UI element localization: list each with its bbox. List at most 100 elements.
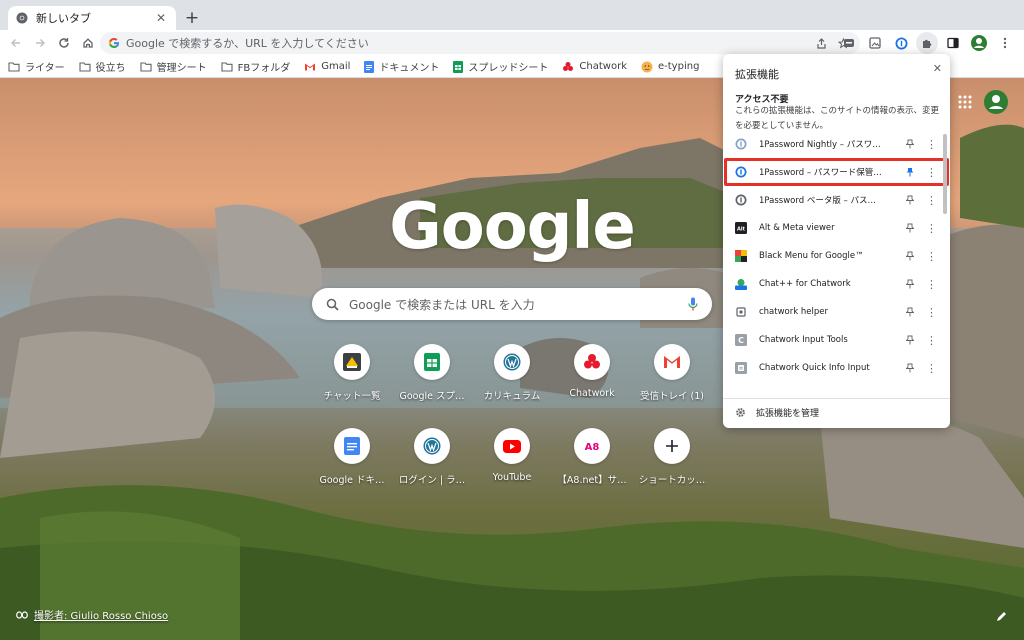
ntp-search-box[interactable]: Google で検索または URL を入力: [312, 288, 712, 320]
apps-grid-icon[interactable]: [958, 95, 972, 109]
shortcut-tile[interactable]: Google ドキ…: [312, 424, 392, 496]
chrome-menu-button[interactable]: [994, 32, 1016, 54]
manage-extensions-button[interactable]: 拡張機能を管理: [735, 406, 819, 419]
shortcut-label: Google ドキ…: [319, 475, 385, 486]
tab-new-tab[interactable]: 新しいタブ ✕: [8, 6, 176, 30]
tab-close-icon[interactable]: ✕: [154, 11, 168, 25]
google-g-icon: [108, 38, 119, 48]
1password-icon: [895, 37, 907, 49]
shortcut-tile[interactable]: 受信トレイ (1): [632, 340, 712, 412]
bookmark-label: FBフォルダ: [237, 63, 291, 74]
home-button[interactable]: [76, 31, 100, 55]
bookmark-label: 管理シート: [156, 63, 207, 74]
pin-button[interactable]: [904, 195, 916, 205]
extension-row-alt-meta-viewer[interactable]: Alt Alt & Meta viewer ⋮: [723, 216, 942, 240]
extensions-menu-button[interactable]: [916, 32, 938, 54]
extension-name: Chatwork Quick Info Input: [759, 363, 870, 373]
gmail-icon: [664, 356, 680, 368]
shortcut-tile[interactable]: Google スプ…: [392, 340, 472, 412]
pin-button[interactable]: [904, 363, 916, 373]
profile-avatar[interactable]: [968, 32, 990, 54]
quick-info-icon: [735, 362, 747, 374]
avatar-icon: [971, 35, 987, 51]
shortcut-tile[interactable]: チャット一覧: [312, 340, 392, 412]
extensions-popup: 拡張機能 ✕ アクセス不要 これらの拡張機能は、このサイトの情報の表示、変更を必…: [723, 54, 950, 428]
extension-more-icon[interactable]: ⋮: [926, 194, 937, 207]
black-menu-icon: [735, 250, 747, 262]
reload-button[interactable]: [52, 31, 76, 55]
share-icon: [816, 37, 826, 49]
extension-row-chatwork-input-tools[interactable]: C Chatwork Input Tools ⋮: [723, 328, 942, 352]
extension-row-black-menu[interactable]: Black Menu for Google™ ⋮: [723, 244, 942, 268]
shortcut-label: YouTube: [492, 472, 532, 483]
bookmark-chatwork[interactable]: Chatwork: [562, 61, 627, 73]
extension-row-chatwork-quick-info[interactable]: Chatwork Quick Info Input ⋮: [723, 356, 942, 380]
extension-more-icon[interactable]: ⋮: [926, 306, 937, 319]
chrome-icon: [16, 12, 28, 24]
gmail-icon: [305, 63, 316, 70]
extension-row-1password-nightly[interactable]: 1Password Nightly – パスワ… ⋮: [723, 132, 942, 156]
puzzle-icon: [923, 39, 932, 48]
share-button[interactable]: [812, 34, 830, 52]
bookmark-spreadsheet[interactable]: スプレッドシート: [453, 59, 548, 74]
bookmark-folder-writer[interactable]: ライター: [8, 59, 65, 74]
pin-button[interactable]: [904, 139, 916, 149]
ntp-top-right: [958, 90, 1008, 114]
shortcut-tile[interactable]: カリキュラム: [472, 340, 552, 412]
bookmark-label: 役立ち: [95, 63, 126, 74]
extension-button-1[interactable]: [838, 32, 860, 54]
extension-more-icon[interactable]: ⋮: [926, 334, 937, 347]
pin-button[interactable]: [904, 335, 916, 345]
pin-button[interactable]: [904, 251, 916, 261]
pin-button[interactable]: [904, 279, 916, 289]
folder-icon: [221, 61, 233, 72]
account-avatar-icon[interactable]: [984, 90, 1008, 114]
extension-row-chatwork-helper[interactable]: chatwork helper ⋮: [723, 300, 942, 324]
bookmark-folder-sheets[interactable]: 管理シート: [140, 59, 207, 74]
pin-button[interactable]: [904, 223, 916, 233]
microphone-icon[interactable]: [688, 297, 698, 311]
bookmark-label: Chatwork: [579, 61, 627, 72]
bookmark-folder-fb[interactable]: FBフォルダ: [221, 59, 291, 74]
1password-toolbar-button[interactable]: [890, 32, 912, 54]
extension-more-icon[interactable]: ⋮: [926, 222, 937, 235]
side-panel-icon: [947, 37, 959, 49]
side-panel-button[interactable]: [942, 32, 964, 54]
popup-close-icon[interactable]: ✕: [933, 62, 942, 75]
omnibox[interactable]: Google で検索するか、URL を入力してください: [100, 32, 860, 54]
letter-c-icon: C: [735, 334, 747, 346]
shortcut-tile[interactable]: ログイン | ラ…: [392, 424, 472, 496]
search-icon: [326, 298, 339, 311]
new-tab-button[interactable]: +: [182, 8, 202, 28]
chatwork-icon: [563, 61, 574, 71]
extension-name: chatwork helper: [759, 307, 828, 317]
pin-outline-icon: [906, 139, 914, 149]
extension-row-chat-plus-plus[interactable]: Chat++ for Chatwork ⋮: [723, 272, 942, 296]
bookmark-etyping[interactable]: e-typing: [641, 61, 699, 73]
back-button[interactable]: [4, 31, 28, 55]
shortcut-tile[interactable]: YouTube: [472, 424, 552, 496]
extension-more-icon[interactable]: ⋮: [926, 250, 937, 263]
extension-more-icon[interactable]: ⋮: [926, 138, 937, 151]
customize-pencil-icon[interactable]: [996, 610, 1008, 622]
photo-credit[interactable]: 撮影者: Giulio Rosso Chioso: [16, 607, 168, 622]
add-shortcut-tile[interactable]: ショートカッ…: [632, 424, 712, 496]
shortcut-tile[interactable]: A8 【A8.net】サ…: [552, 424, 632, 496]
extension-more-icon[interactable]: ⋮: [926, 278, 937, 291]
shortcut-label: Chatwork: [569, 388, 615, 399]
extension-more-icon[interactable]: ⋮: [926, 362, 937, 375]
shortcut-tile[interactable]: Chatwork: [552, 340, 632, 412]
popup-scrollbar[interactable]: [943, 134, 947, 214]
home-icon: [83, 38, 93, 48]
alt-meta-icon: Alt: [735, 222, 747, 234]
bookmark-docs[interactable]: ドキュメント: [364, 59, 439, 74]
bookmark-label: Gmail: [321, 61, 351, 72]
forward-button[interactable]: [28, 31, 52, 55]
pin-button[interactable]: [904, 307, 916, 317]
popup-description: これらの拡張機能は、このサイトの情報の表示、変更を必要としていません。: [735, 106, 940, 131]
extension-row-1password-beta[interactable]: 1Password ベータ版 – パス… ⋮: [723, 188, 942, 212]
bookmark-gmail[interactable]: Gmail: [304, 61, 350, 72]
bookmark-folder-useful[interactable]: 役立ち: [79, 59, 126, 74]
sheets-icon: [424, 353, 440, 371]
extension-button-2[interactable]: [864, 32, 886, 54]
